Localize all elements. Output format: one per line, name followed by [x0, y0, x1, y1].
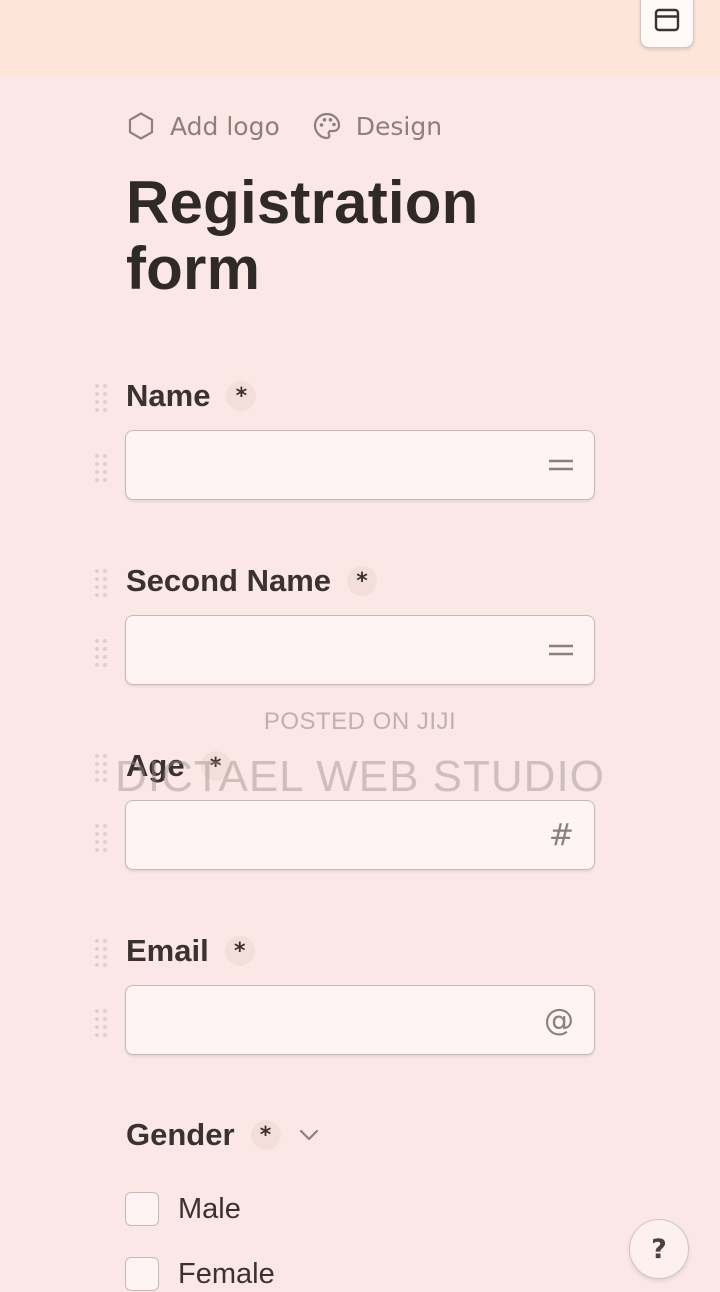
drag-handle[interactable] [95, 824, 109, 852]
question-label-row: Email * [126, 931, 255, 971]
short-text-icon [548, 616, 574, 684]
top-banner [0, 0, 720, 76]
required-badge[interactable]: * [250, 1120, 281, 1150]
drag-handle[interactable] [95, 454, 109, 482]
at-icon: @ [544, 1002, 574, 1038]
question-label-row: Second Name * [126, 561, 378, 601]
drag-handle[interactable] [95, 1009, 109, 1037]
gender-option-male[interactable]: Male [125, 1191, 241, 1227]
question-label[interactable]: Second Name [126, 563, 331, 599]
add-logo-button[interactable]: Add logo [126, 111, 280, 141]
second-name-input[interactable] [125, 615, 595, 685]
watermark-posted-on: POSTED ON JIJI [263, 708, 457, 735]
question-label[interactable]: Gender [126, 1117, 235, 1153]
question-label-row: Gender * [126, 1115, 319, 1155]
form-title[interactable]: Registration form [126, 170, 606, 302]
required-badge[interactable]: * [226, 381, 257, 411]
help-button[interactable]: ? [629, 1219, 689, 1279]
gender-option-female[interactable]: Female [125, 1256, 275, 1292]
question-label-row: Name * [126, 376, 257, 416]
design-button[interactable]: Design [312, 111, 442, 141]
chevron-down-icon[interactable] [299, 1129, 319, 1141]
watermark-studio: DICTAEL WEB STUDIO [115, 752, 605, 801]
checkbox[interactable] [125, 1192, 159, 1226]
layout-toggle-button[interactable] [640, 0, 694, 48]
question-label[interactable]: Email [126, 933, 209, 969]
short-text-icon [548, 431, 574, 499]
form-toolbar: Add logo Design [126, 106, 442, 146]
required-badge[interactable]: * [347, 566, 378, 596]
question-label[interactable]: Name [126, 378, 210, 414]
option-label: Female [178, 1257, 275, 1290]
required-badge[interactable]: * [224, 936, 255, 966]
design-label: Design [355, 111, 443, 141]
drag-handle[interactable] [95, 569, 109, 597]
checkbox[interactable] [125, 1257, 159, 1291]
age-input[interactable]: # [125, 800, 595, 870]
email-input[interactable]: @ [125, 985, 595, 1055]
drag-handle[interactable] [95, 639, 109, 667]
option-label: Male [178, 1192, 241, 1225]
hexagon-icon [128, 112, 154, 140]
name-input[interactable] [125, 430, 595, 500]
drag-handle[interactable] [95, 939, 109, 967]
add-logo-label: Add logo [170, 111, 280, 141]
layout-icon [654, 8, 680, 32]
palette-icon [313, 112, 340, 140]
hash-icon: # [548, 817, 574, 853]
drag-handle[interactable] [95, 384, 109, 412]
